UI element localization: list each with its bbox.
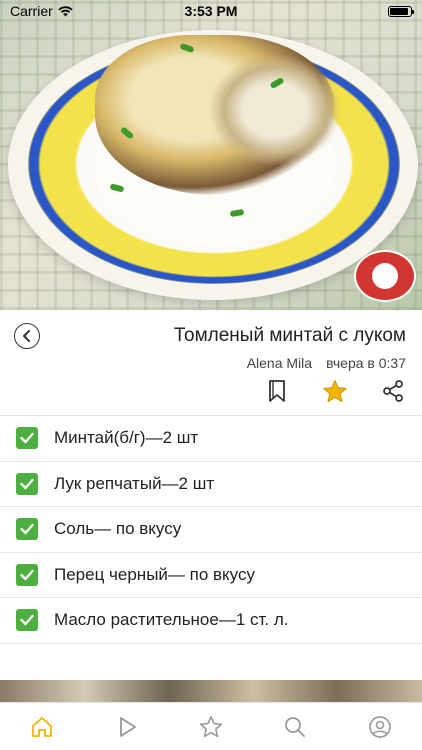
checkbox-checked[interactable] bbox=[16, 472, 38, 495]
star-icon bbox=[323, 379, 347, 402]
chef-icon bbox=[372, 263, 398, 289]
publish-date: вчера в 0:37 bbox=[326, 355, 406, 371]
ingredient-item[interactable]: Соль— по вкусу bbox=[0, 507, 422, 553]
bookmark-icon bbox=[269, 380, 285, 402]
video-icon bbox=[119, 716, 136, 737]
author-name[interactable]: Alena Mila bbox=[247, 355, 312, 371]
tab-search[interactable] bbox=[275, 707, 315, 747]
checkmark-icon bbox=[20, 433, 34, 444]
ingredient-text: Масло растительное—1 ст. л. bbox=[54, 610, 289, 630]
tab-profile[interactable] bbox=[360, 707, 400, 747]
recipe-title: Томленый минтай с луком bbox=[173, 325, 406, 346]
profile-icon bbox=[368, 715, 391, 738]
status-bar: Carrier 3:53 PM bbox=[0, 0, 422, 22]
back-button[interactable] bbox=[14, 323, 40, 349]
chevron-left-icon bbox=[23, 330, 30, 342]
battery-icon bbox=[388, 5, 414, 17]
ingredient-text: Лук репчатый—2 шт bbox=[54, 473, 215, 493]
ingredient-text: Минтай(б/г)—2 шт bbox=[54, 428, 199, 448]
tab-bar bbox=[0, 702, 422, 750]
tab-home[interactable] bbox=[22, 707, 62, 747]
share-button[interactable] bbox=[380, 378, 406, 404]
step-photo-preview[interactable] bbox=[0, 680, 422, 702]
home-icon bbox=[32, 716, 53, 737]
checkmark-icon bbox=[20, 478, 34, 489]
recipe-photo bbox=[0, 0, 422, 310]
ingredient-item[interactable]: Лук репчатый—2 шт bbox=[0, 462, 422, 507]
ingredient-text: Соль— по вкусу bbox=[54, 519, 182, 539]
checkmark-icon bbox=[20, 524, 34, 535]
checkbox-checked[interactable] bbox=[16, 563, 38, 586]
checkbox-checked[interactable] bbox=[16, 427, 38, 450]
ingredient-item[interactable]: Минтай(б/г)—2 шт bbox=[0, 416, 422, 462]
ingredient-item[interactable]: Перец черный— по вкусу bbox=[0, 553, 422, 598]
ingredient-item[interactable]: Масло растительное—1 ст. л. bbox=[0, 598, 422, 644]
status-time: 3:53 PM bbox=[184, 3, 238, 19]
ingredients-list: Минтай(б/г)—2 шт Лук репчатый—2 шт Соль—… bbox=[0, 416, 422, 644]
recipe-actions bbox=[264, 378, 406, 404]
checkbox-checked[interactable] bbox=[16, 609, 38, 632]
tab-favorites[interactable] bbox=[191, 707, 231, 747]
bookmark-button[interactable] bbox=[264, 378, 290, 404]
tab-video[interactable] bbox=[107, 707, 147, 747]
share-icon bbox=[383, 380, 403, 402]
ingredient-text: Перец черный— по вкусу bbox=[54, 564, 255, 584]
favorite-button[interactable] bbox=[322, 378, 348, 404]
favorites-icon bbox=[199, 715, 223, 737]
search-icon bbox=[285, 716, 306, 737]
checkbox-checked[interactable] bbox=[16, 518, 38, 541]
recipe-meta: Alena Mila вчера в 0:37 bbox=[247, 355, 406, 371]
onion-topping bbox=[210, 55, 340, 165]
recipe-header: Томленый минтай с луком Alena Mila вчера… bbox=[0, 310, 422, 416]
checkmark-icon bbox=[20, 615, 34, 626]
checkmark-icon bbox=[20, 569, 34, 580]
povarenok-logo bbox=[354, 250, 416, 302]
